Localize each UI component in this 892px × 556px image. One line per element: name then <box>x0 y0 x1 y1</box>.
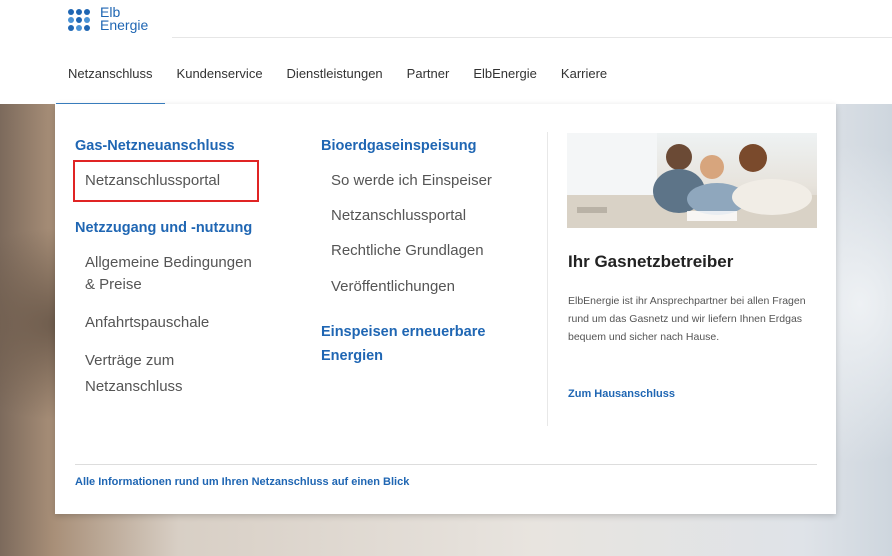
column-divider <box>547 132 548 426</box>
menu-heading-bioerdgaseinspeisung[interactable]: Bioerdgaseinspeisung <box>321 136 477 156</box>
netzanschluss-mega-menu: Gas-Netzneuanschluss Netzanschlussportal… <box>55 104 836 514</box>
menu-link-vertraege-line-2: Netzanschluss <box>85 378 183 395</box>
teaser-title: Ihr Gasnetzbetreiber <box>568 252 734 271</box>
menu-link-bedingungen-line-2: & Preise <box>85 276 142 293</box>
family-teaser-image <box>567 133 817 228</box>
menu-link-bedingungen-preise[interactable]: Allgemeine Bedingungen & Preise <box>85 252 252 296</box>
main-nav: Netzanschluss Kundenservice Dienstleistu… <box>56 65 619 105</box>
menu-heading-einspeisen-line-2: Energien <box>321 348 384 364</box>
header-divider <box>172 37 892 38</box>
nav-item-kundenservice[interactable]: Kundenservice <box>165 65 275 103</box>
menu-link-netzanschlussportal-bio[interactable]: Netzanschlussportal <box>331 205 466 227</box>
alle-informationen-link[interactable]: Alle Informationen rund um Ihren Netzans… <box>75 476 409 488</box>
menu-heading-einspeisen-erneuerbare[interactable]: Einspeisen erneuerbare Energien <box>321 320 485 368</box>
logo-line-2: Energie <box>100 17 149 33</box>
menu-heading-einspeisen-line-1: Einspeisen erneuerbare <box>321 324 486 340</box>
zum-hausanschluss-link[interactable]: Zum Hausanschluss <box>568 388 675 400</box>
menu-heading-netzzugang[interactable]: Netzzugang und -nutzung <box>75 218 252 238</box>
nav-item-elbenergie[interactable]: ElbEnergie <box>461 65 549 103</box>
menu-heading-gas-netzneuanschluss[interactable]: Gas-Netzneuanschluss <box>75 136 235 156</box>
logo-dots-icon <box>68 9 96 31</box>
nav-item-netzanschluss[interactable]: Netzanschluss <box>56 65 165 105</box>
family-photo-illustration <box>567 133 817 228</box>
nav-item-karriere[interactable]: Karriere <box>549 65 619 103</box>
menu-link-netzanschlussportal[interactable]: Netzanschlussportal <box>85 170 220 192</box>
menu-link-rechtliche-grundlagen[interactable]: Rechtliche Grundlagen <box>331 240 484 262</box>
menu-link-bedingungen-line-1: Allgemeine Bedingungen <box>85 254 252 271</box>
nav-item-dienstleistungen[interactable]: Dienstleistungen <box>275 65 395 103</box>
logo-wordmark: Elb Energie <box>100 5 149 33</box>
bottom-divider <box>75 464 817 465</box>
elbenergie-logo[interactable]: Elb Energie <box>68 5 149 33</box>
menu-link-veroeffentlichungen[interactable]: Veröffentlichungen <box>331 276 455 298</box>
menu-link-anfahrtspauschale[interactable]: Anfahrtspauschale <box>85 312 209 334</box>
nav-item-partner[interactable]: Partner <box>395 65 462 103</box>
menu-link-einspeiser[interactable]: So werde ich Einspeiser <box>331 170 492 192</box>
menu-link-vertraege[interactable]: Verträge zum Netzanschluss <box>85 348 183 400</box>
menu-link-vertraege-line-1: Verträge zum <box>85 352 175 369</box>
teaser-text: ElbEnergie ist ihr Ansprechpartner bei a… <box>568 295 806 343</box>
